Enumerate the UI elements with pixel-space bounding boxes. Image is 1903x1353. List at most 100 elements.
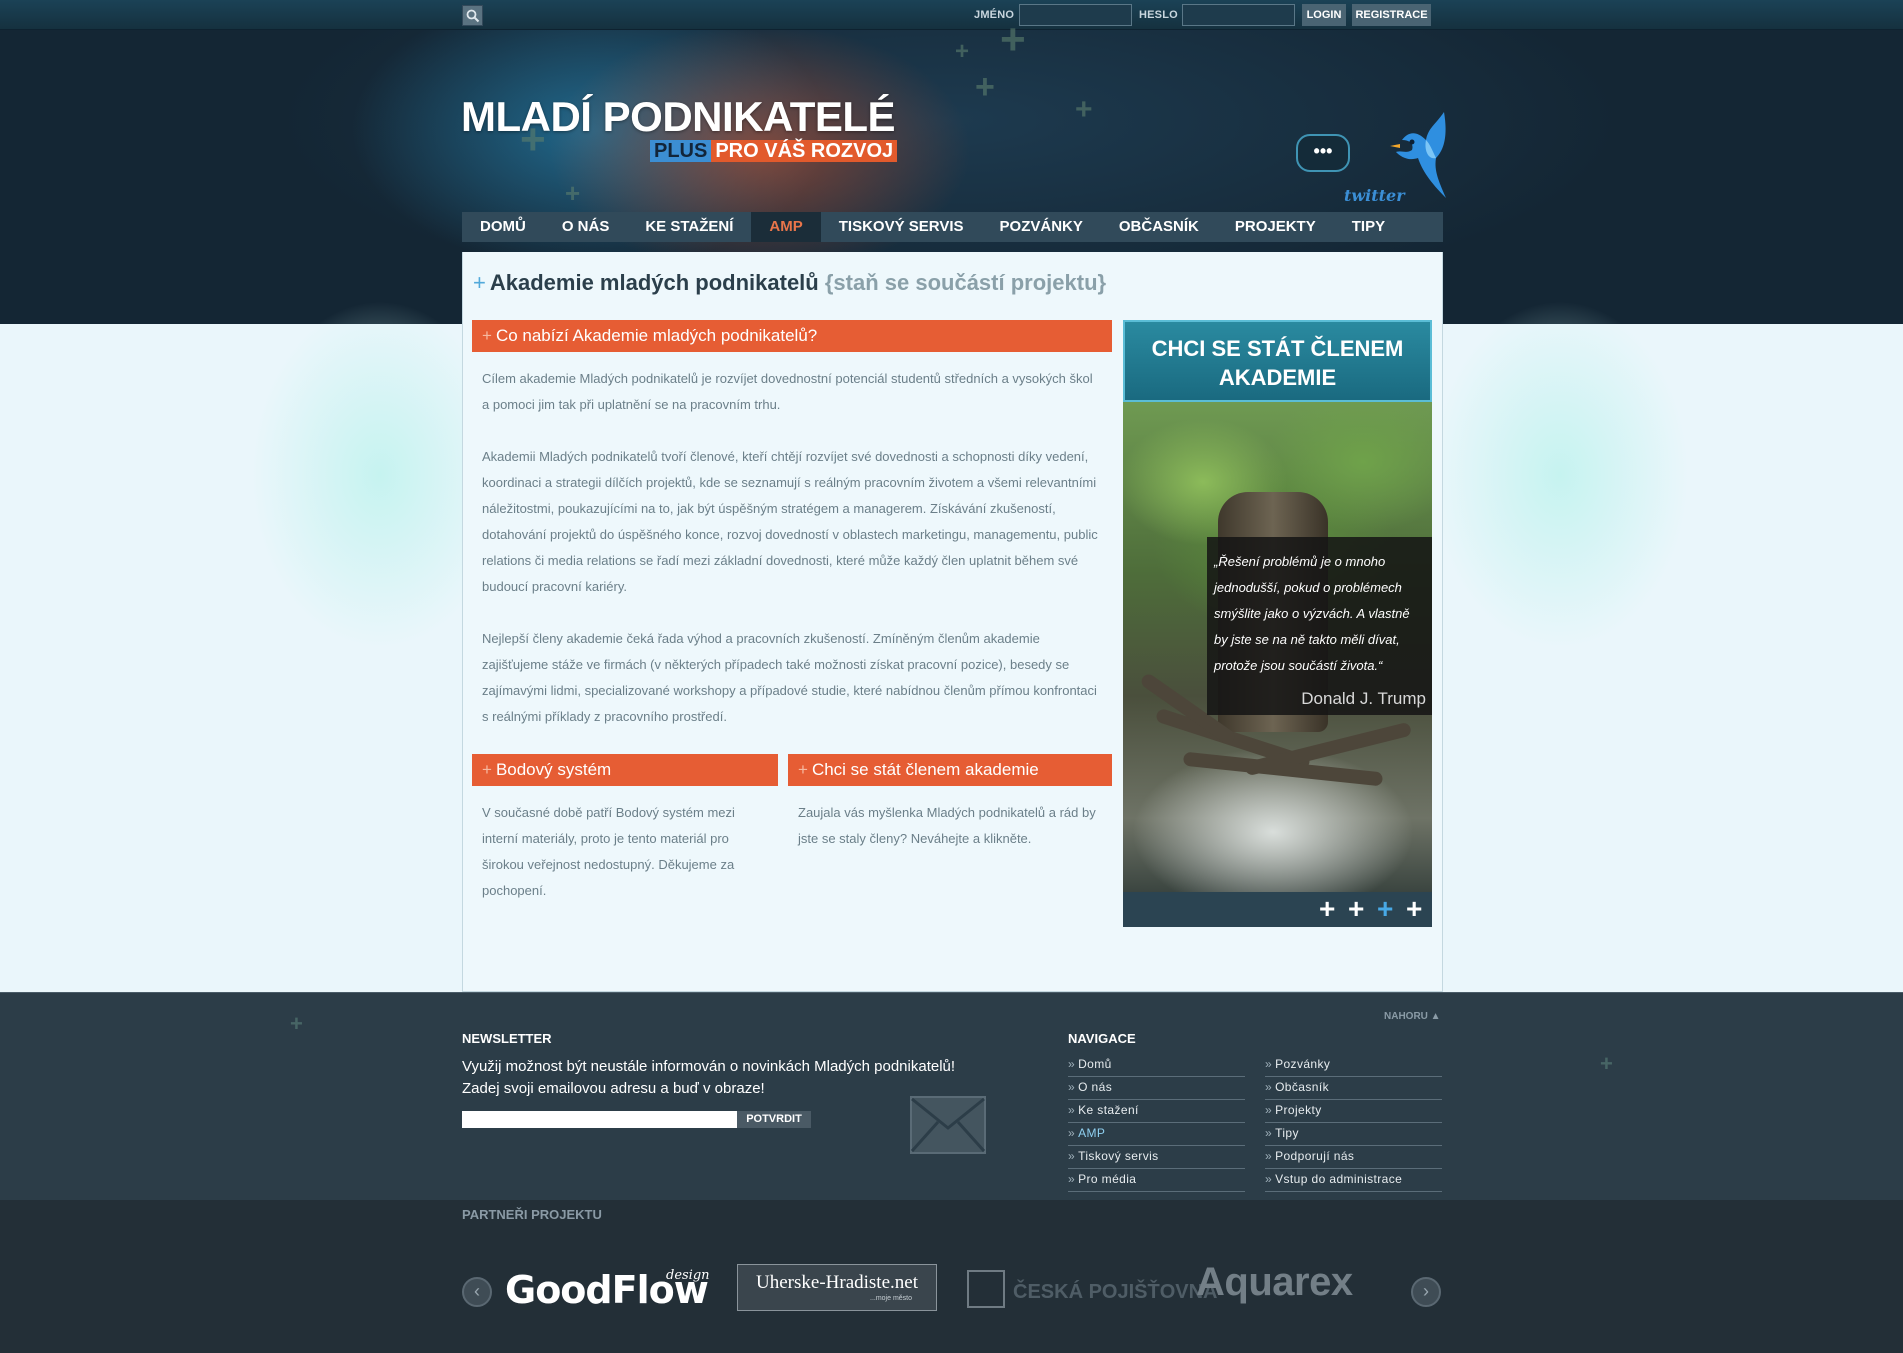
partner-logo-uherske-hradiste[interactable]: Uherske-Hradiste.net bbox=[737, 1264, 937, 1311]
twitter-link[interactable]: ••• twitter bbox=[1296, 110, 1456, 210]
page-title-text: Akademie mladých podnikatelů bbox=[489, 270, 819, 295]
decor-plus-icon: + bbox=[1600, 1051, 1613, 1076]
section-heading-text: Bodový systém bbox=[495, 760, 612, 779]
decor-plus-icon: + bbox=[975, 68, 995, 106]
join-academy-button[interactable]: CHCI SE STÁT ČLENEM AKADEMIE bbox=[1123, 320, 1432, 402]
become-member-text: Zaujala vás myšlenka Mladých podnikatelů… bbox=[798, 805, 1096, 846]
footer-link-label: Ke stažení bbox=[1078, 1103, 1139, 1117]
footer-link-label: Pro média bbox=[1078, 1172, 1137, 1186]
footer-link-label: Podporují nás bbox=[1275, 1149, 1355, 1163]
decor-plus-icon: + bbox=[290, 1011, 303, 1036]
logo-subtitle: PLUS PRO VÁŠ ROZVOJ bbox=[650, 137, 898, 165]
newsletter-email-input[interactable] bbox=[462, 1111, 737, 1128]
nav-item-obcasnik[interactable]: OBČASNÍK bbox=[1101, 212, 1217, 242]
footer-link-tiskovy-servis[interactable]: » Tiskový servis bbox=[1068, 1146, 1245, 1169]
speech-bubble-icon: ••• bbox=[1296, 134, 1350, 172]
chevron-right-icon: › bbox=[1423, 1281, 1429, 1301]
footer-nav-heading: NAVIGACE bbox=[1068, 1031, 1136, 1046]
envelope-icon bbox=[910, 1096, 986, 1154]
nav-item-projekty[interactable]: PROJEKTY bbox=[1217, 212, 1334, 242]
partners-prev-button[interactable]: ‹ bbox=[462, 1277, 492, 1307]
newsletter-heading: NEWSLETTER bbox=[462, 1031, 552, 1046]
slide-dot-2[interactable]: + bbox=[1348, 894, 1364, 924]
search-icon bbox=[466, 9, 480, 23]
newsletter-text: Využij možnost být neustále informován o… bbox=[462, 1058, 956, 1097]
site-logo[interactable]: MLADÍ PODNIKATELÉ PLUS PRO VÁŠ ROZVOJ bbox=[461, 92, 898, 162]
slider-controls: + + + + bbox=[1123, 892, 1432, 927]
section-heading-points[interactable]: + Bodový systém bbox=[472, 754, 778, 786]
footer-link-label: Občasník bbox=[1275, 1080, 1329, 1094]
slide-dot-4[interactable]: + bbox=[1406, 894, 1422, 924]
nav-item-tiskovy-servis[interactable]: TISKOVÝ SERVIS bbox=[821, 212, 982, 242]
nav-item-domu[interactable]: DOMŮ bbox=[462, 212, 544, 242]
password-input[interactable] bbox=[1182, 4, 1295, 26]
twitter-label: twitter bbox=[1344, 186, 1405, 205]
username-input[interactable] bbox=[1019, 4, 1132, 26]
nav-item-o-nas[interactable]: O NÁS bbox=[544, 212, 628, 242]
decor-plus-icon: + bbox=[565, 178, 581, 208]
footer-link-obcasnik[interactable]: » Občasník bbox=[1265, 1077, 1442, 1100]
newsletter-submit-button[interactable]: POTVRDIT bbox=[737, 1111, 811, 1128]
partners-next-button[interactable]: › bbox=[1411, 1277, 1441, 1307]
footer-link-label: Tipy bbox=[1275, 1126, 1299, 1140]
nav-item-pozvanky[interactable]: POZVÁNKY bbox=[982, 212, 1101, 242]
footer-link-vstup-do-administrace[interactable]: » Vstup do administrace bbox=[1265, 1169, 1442, 1192]
plus-icon: + bbox=[482, 760, 492, 779]
logo-subtitle-plus: PLUS bbox=[650, 140, 712, 162]
footer-link-podporuji-nas[interactable]: » Podporují nás bbox=[1265, 1146, 1442, 1169]
partner-logo-ceska-pojistovna[interactable]: ČESKÁ POJIŠŤOVNA bbox=[1013, 1281, 1217, 1304]
footer-link-label: Projekty bbox=[1275, 1103, 1322, 1117]
footer-link-label: Pozvánky bbox=[1275, 1057, 1331, 1071]
register-button[interactable]: REGISTRACE bbox=[1352, 4, 1431, 26]
offer-paragraph-1: Cílem akademie Mladých podnikatelů je ro… bbox=[482, 371, 1093, 412]
nav-item-amp[interactable]: AMP bbox=[751, 212, 821, 242]
ceska-pojistovna-emblem-icon bbox=[967, 1270, 1005, 1308]
footer-link-o-nas[interactable]: » O nás bbox=[1068, 1077, 1245, 1100]
footer-link-ke-stazeni[interactable]: » Ke stažení bbox=[1068, 1100, 1245, 1123]
section-heading-text: Co nabízí Akademie mladých podnikatelů? bbox=[495, 326, 818, 345]
section-heading-become-member[interactable]: + Chci se stát členem akademie bbox=[788, 754, 1112, 786]
quote-box: „Řešení problémů je o mnoho jednodušší, … bbox=[1207, 537, 1432, 715]
partners-heading: PARTNEŘI PROJEKTU bbox=[462, 1207, 602, 1222]
slide-dot-1[interactable]: + bbox=[1319, 894, 1335, 924]
footer-link-label: Tiskový servis bbox=[1078, 1149, 1159, 1163]
footer-link-label: O nás bbox=[1078, 1080, 1113, 1094]
back-to-top-link[interactable]: NAHORU ▲ bbox=[1384, 1011, 1441, 1022]
footer-link-projekty[interactable]: » Projekty bbox=[1265, 1100, 1442, 1123]
background-glow bbox=[1430, 300, 1690, 650]
logo-title: MLADÍ PODNIKATELÉ bbox=[461, 93, 896, 140]
main-nav: DOMŮ O NÁS KE STAŽENÍ AMP TISKOVÝ SERVIS… bbox=[462, 212, 1443, 242]
chevron-left-icon: ‹ bbox=[474, 1281, 480, 1301]
password-label: HESLO bbox=[1139, 9, 1178, 21]
nav-item-ke-stazeni[interactable]: KE STAŽENÍ bbox=[627, 212, 751, 242]
footer-link-pro-media[interactable]: » Pro média bbox=[1068, 1169, 1245, 1192]
footer-link-tipy[interactable]: » Tipy bbox=[1265, 1123, 1442, 1146]
plus-icon: + bbox=[798, 760, 808, 779]
quote-text: „Řešení problémů je o mnoho jednodušší, … bbox=[1214, 554, 1410, 673]
top-bar: JMÉNO HESLO LOGIN REGISTRACE bbox=[0, 0, 1903, 30]
slide-dot-3[interactable]: + bbox=[1377, 894, 1393, 924]
footer-link-label: AMP bbox=[1078, 1126, 1106, 1140]
partner-logo-uh-sub: ...moje město bbox=[870, 1295, 913, 1302]
footer-link-amp[interactable]: » AMP bbox=[1068, 1123, 1245, 1146]
decor-plus-icon: + bbox=[1075, 93, 1093, 126]
footer-link-pozvanky[interactable]: » Pozvánky bbox=[1265, 1054, 1442, 1077]
partner-logo-aquarex[interactable]: Aquarex bbox=[1196, 1260, 1353, 1305]
section-heading-text: Chci se stát členem akademie bbox=[811, 760, 1039, 779]
login-button[interactable]: LOGIN bbox=[1302, 4, 1346, 26]
offer-paragraph-3: Nejlepší členy akademie čeká řada výhod … bbox=[482, 631, 1097, 724]
partner-logo-goodflow-suffix: design bbox=[666, 1268, 710, 1283]
search-button[interactable] bbox=[462, 5, 483, 26]
quote-author: Donald J. Trump bbox=[1301, 689, 1426, 708]
page-title-sub: {staň se součástí projektu} bbox=[824, 270, 1107, 295]
section-heading-offer: + Co nabízí Akademie mladých podnikatelů? bbox=[472, 320, 1112, 352]
points-text: V současné době patří Bodový systém mezi… bbox=[482, 805, 735, 898]
logo-subtitle-rest: PRO VÁŠ ROZVOJ bbox=[711, 140, 898, 162]
footer-link-label: Vstup do administrace bbox=[1275, 1172, 1403, 1186]
plus-icon: + bbox=[473, 270, 486, 295]
footer-link-domu[interactable]: » Domů bbox=[1068, 1054, 1245, 1077]
decor-plus-icon: + bbox=[955, 38, 970, 65]
nav-item-tipy[interactable]: TIPY bbox=[1334, 212, 1403, 242]
plus-icon: + bbox=[482, 326, 492, 345]
decor-plus-icon: + bbox=[1000, 15, 1026, 64]
